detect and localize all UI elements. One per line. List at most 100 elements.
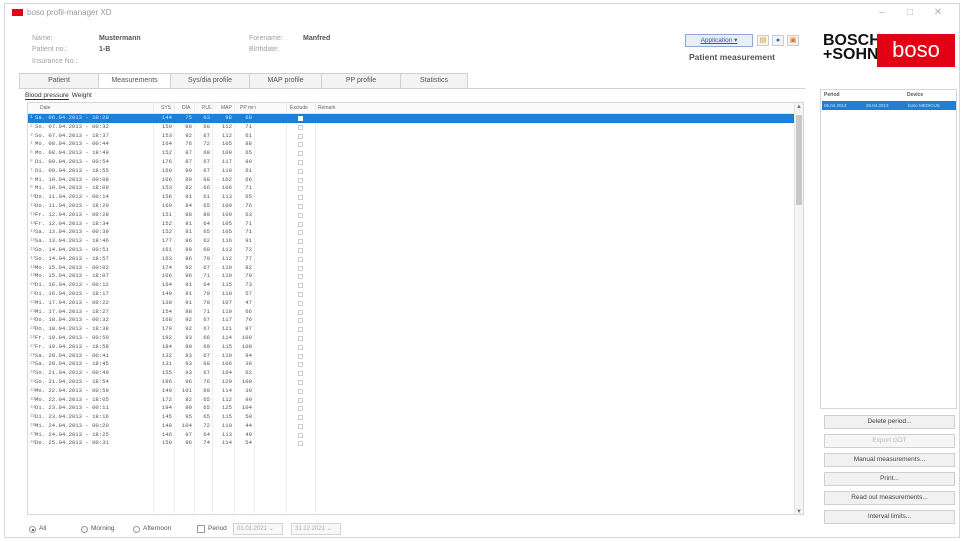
table-row[interactable]: 16 So. 14.04.2013 - 00:51 161 89 60 113 72 <box>28 246 800 255</box>
tab-sys-dia-profile[interactable]: Sys/dia profile <box>170 73 250 88</box>
table-row[interactable]: 27 Fr. 19.04.2013 - 18:58 184 80 69 115 108 <box>28 343 800 352</box>
interval-limits-button[interactable]: Interval limits... <box>824 510 955 524</box>
exclude-checkbox[interactable] <box>298 239 303 245</box>
table-row[interactable]: 23 Mi. 17.04.2013 - 18:27 154 88 71 110 66 <box>28 308 800 317</box>
exclude-checkbox[interactable] <box>298 124 303 130</box>
exclude-checkbox[interactable] <box>298 283 303 289</box>
subtab-blood-pressure[interactable]: Blood pressure <box>25 92 69 100</box>
table-row[interactable]: 11 Do. 11.04.2013 - 18:20 160 84 65 109 76 <box>28 202 800 211</box>
date-to-picker[interactable]: 31.12.2021 ⌄ <box>291 523 341 535</box>
exclude-checkbox[interactable] <box>298 116 303 121</box>
col-exclude[interactable]: Exclude <box>290 105 308 111</box>
table-row[interactable]: 5 Mo. 08.04.2013 - 18:49 152 87 68 109 65 <box>28 149 800 158</box>
settings-icon[interactable]: ▣ <box>787 35 799 46</box>
table-row[interactable]: 14 Sa. 13.04.2013 - 00:39 152 81 65 105 71 <box>28 228 800 237</box>
exclude-checkbox[interactable] <box>298 423 303 429</box>
exclude-checkbox[interactable] <box>298 168 303 174</box>
scroll-down-icon[interactable]: ▼ <box>795 509 803 514</box>
exclude-checkbox[interactable] <box>298 327 303 333</box>
tab-pp-profile[interactable]: PP profile <box>321 73 401 88</box>
exclude-checkbox[interactable] <box>298 335 303 341</box>
exclude-checkbox[interactable] <box>298 300 303 306</box>
exclude-checkbox[interactable] <box>298 318 303 324</box>
tab-patient[interactable]: Patient <box>19 73 99 88</box>
exclude-checkbox[interactable] <box>298 177 303 183</box>
table-scrollbar[interactable]: ▲ ▼ <box>794 103 803 514</box>
exclude-checkbox[interactable] <box>298 432 303 438</box>
exclude-checkbox[interactable] <box>298 230 303 236</box>
application-dropdown[interactable]: Application ▾ <box>685 34 753 47</box>
table-row[interactable]: 9 Mi. 10.04.2013 - 18:09 153 82 66 106 71 <box>28 184 800 193</box>
table-row[interactable]: 24 Do. 18.04.2013 - 00:32 168 92 67 117 76 <box>28 316 800 325</box>
table-row[interactable]: 25 Do. 18.04.2013 - 18:38 179 92 67 121 87 <box>28 325 800 334</box>
table-row[interactable]: 17 So. 14.04.2013 - 18:57 163 86 70 112 77 <box>28 255 800 264</box>
exclude-checkbox[interactable] <box>298 309 303 315</box>
radio-all[interactable] <box>29 526 36 533</box>
table-row[interactable]: 32 Mo. 22.04.2013 - 00:59 140 101 60 114 39 <box>28 387 800 396</box>
period-row[interactable]: 06.04.2013 25.04.2013 boso MEDICUS <box>822 101 956 110</box>
maximize-icon[interactable]: □ <box>899 6 921 20</box>
col-sys[interactable]: SYS <box>161 105 171 111</box>
exclude-checkbox[interactable] <box>298 406 303 412</box>
exclude-checkbox[interactable] <box>298 265 303 271</box>
col-dia[interactable]: DIA <box>182 105 190 111</box>
minimize-icon[interactable]: – <box>871 6 893 20</box>
table-row[interactable]: 7 Di. 09.04.2013 - 18:55 160 99 67 119 61 <box>28 167 800 176</box>
print-button[interactable]: Print... <box>824 472 955 486</box>
table-row[interactable]: 18 Mo. 15.04.2013 - 00:02 174 92 67 119 82 <box>28 264 800 273</box>
radio-morning[interactable] <box>81 526 88 533</box>
exclude-checkbox[interactable] <box>298 371 303 377</box>
exclude-checkbox[interactable] <box>298 344 303 350</box>
subtab-weight[interactable]: Weight <box>72 92 92 99</box>
table-row[interactable]: 22 Mi. 17.04.2013 - 00:22 138 91 70 107 47 <box>28 299 800 308</box>
delete-period-button[interactable]: Delete period... <box>824 415 955 429</box>
scroll-thumb[interactable] <box>796 115 802 205</box>
period-checkbox[interactable] <box>197 525 205 533</box>
table-row[interactable]: 6 Di. 09.04.2013 - 00:54 176 87 67 117 89 <box>28 158 800 167</box>
table-row[interactable]: 8 Mi. 10.04.2013 - 00:08 166 80 68 102 66 <box>28 176 800 185</box>
read-out-measurements-button[interactable]: Read out measurements... <box>824 491 955 505</box>
exclude-checkbox[interactable] <box>298 362 303 368</box>
table-row[interactable]: 13 Fr. 12.04.2013 - 18:34 152 81 64 105 71 <box>28 220 800 229</box>
table-row[interactable]: 1 Sa. 06.04.2013 - 10:28 144 75 63 98 69 <box>28 114 800 123</box>
table-row[interactable]: 33 Mo. 22.04.2013 - 18:05 172 82 65 112 90 <box>28 396 800 405</box>
exclude-checkbox[interactable] <box>298 186 303 192</box>
exclude-checkbox[interactable] <box>298 212 303 218</box>
manual-measurements-button[interactable]: Manual measurements... <box>824 453 955 467</box>
exclude-checkbox[interactable] <box>298 142 303 148</box>
exclude-checkbox[interactable] <box>298 151 303 157</box>
tab-map-profile[interactable]: MAP profile <box>249 73 322 88</box>
table-row[interactable]: 10 Do. 11.04.2013 - 00:14 156 91 61 113 65 <box>28 193 800 202</box>
table-row[interactable]: 15 Sa. 13.04.2013 - 18:46 177 86 62 116 91 <box>28 237 800 246</box>
close-icon[interactable]: ✕ <box>927 6 949 20</box>
exclude-checkbox[interactable] <box>298 256 303 262</box>
table-row[interactable]: 36 Mi. 24.04.2013 - 00:20 148 104 72 119 44 <box>28 422 800 431</box>
table-row[interactable]: 28 Sa. 20.04.2013 - 00:41 132 83 67 119 94 <box>28 352 800 361</box>
col-remark[interactable]: Remark <box>318 105 336 111</box>
date-from-picker[interactable]: 01.01.2021 ⌄ <box>233 523 283 535</box>
table-row[interactable]: 19 Mo. 15.04.2013 - 18:07 166 96 71 119 70 <box>28 272 800 281</box>
table-row[interactable]: 31 So. 21.04.2013 - 18:54 196 96 76 129 100 <box>28 378 800 387</box>
table-row[interactable]: 30 So. 21.04.2013 - 00:49 155 93 67 104 62 <box>28 369 800 378</box>
exclude-checkbox[interactable] <box>298 379 303 385</box>
table-row[interactable]: 26 Fr. 19.04.2013 - 00:50 192 83 66 114 109 <box>28 334 800 343</box>
table-row[interactable]: 3 So. 07.04.2013 - 18:37 153 92 67 112 61 <box>28 132 800 141</box>
exclude-checkbox[interactable] <box>298 291 303 297</box>
table-row[interactable]: 37 Mi. 24.04.2013 - 18:25 146 97 64 113 49 <box>28 431 800 440</box>
table-row[interactable]: 20 Di. 16.04.2013 - 00:12 164 91 64 115 73 <box>28 281 800 290</box>
exclude-checkbox[interactable] <box>298 159 303 165</box>
table-row[interactable]: 2 So. 07.04.2013 - 00:32 159 88 68 112 71 <box>28 123 800 132</box>
exclude-checkbox[interactable] <box>298 221 303 227</box>
scroll-up-icon[interactable]: ▲ <box>795 104 803 110</box>
exclude-checkbox[interactable] <box>298 415 303 421</box>
col-pul[interactable]: PUL <box>202 105 212 111</box>
table-row[interactable]: 12 Fr. 12.04.2013 - 00:28 151 88 80 109 63 <box>28 211 800 220</box>
exclude-checkbox[interactable] <box>298 133 303 139</box>
col-date[interactable]: Date <box>40 105 51 111</box>
col-map[interactable]: MAP <box>221 105 232 111</box>
exclude-checkbox[interactable] <box>298 247 303 253</box>
exclude-checkbox[interactable] <box>298 195 303 201</box>
tab-statistics[interactable]: Statistics <box>400 73 468 88</box>
table-row[interactable]: 35 Di. 23.04.2013 - 18:16 145 95 65 115 50 <box>28 413 800 422</box>
export-gdt-button[interactable]: Export GDT <box>824 434 955 448</box>
